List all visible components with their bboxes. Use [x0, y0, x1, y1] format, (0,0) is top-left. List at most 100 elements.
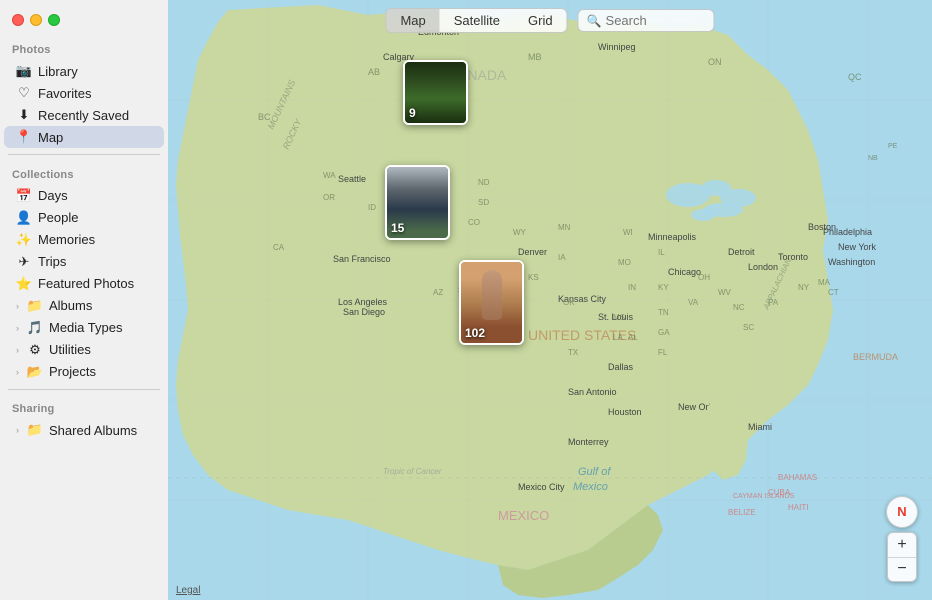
- sidebar-item-label: Map: [38, 130, 63, 145]
- minimize-button[interactable]: [30, 14, 42, 26]
- albums-icon: 📁: [27, 298, 43, 314]
- sidebar-item-library[interactable]: 📷 Library: [4, 60, 164, 82]
- svg-text:HAITI: HAITI: [788, 503, 808, 512]
- svg-text:ND: ND: [478, 178, 490, 187]
- sidebar-item-label: Library: [38, 64, 78, 79]
- map-view[interactable]: Gulf of Mexico ROCKY MOUNTAINS APPALACHI…: [168, 0, 932, 600]
- zoom-out-button[interactable]: −: [888, 557, 916, 581]
- toolbar: Map Satellite Grid 🔍: [385, 8, 714, 33]
- sidebar-item-trips[interactable]: ✈ Trips: [4, 251, 164, 273]
- pin-northwest[interactable]: 9: [403, 60, 468, 125]
- traffic-lights: [0, 10, 168, 36]
- sidebar-item-utilities[interactable]: › ⚙ Utilities: [4, 339, 164, 361]
- svg-text:AL: AL: [628, 333, 638, 342]
- shared-albums-icon: 📁: [27, 422, 43, 438]
- sidebar-item-label: Memories: [38, 232, 95, 247]
- svg-text:IL: IL: [658, 248, 665, 257]
- svg-text:MS: MS: [613, 313, 625, 322]
- svg-text:Denver: Denver: [518, 247, 547, 257]
- svg-text:OH: OH: [698, 273, 710, 282]
- svg-text:PE: PE: [888, 143, 898, 150]
- svg-text:NB: NB: [868, 155, 878, 162]
- sidebar-item-map[interactable]: 📍 Map: [4, 126, 164, 148]
- sidebar-item-people[interactable]: 👤 People: [4, 207, 164, 229]
- svg-text:QC: QC: [848, 72, 862, 82]
- svg-text:IN: IN: [628, 283, 636, 292]
- svg-text:Detroit: Detroit: [728, 247, 755, 257]
- sidebar-item-label: Days: [38, 188, 68, 203]
- svg-text:OR: OR: [323, 193, 335, 202]
- svg-text:Mexico: Mexico: [573, 481, 608, 493]
- map-controls: N + −: [886, 496, 918, 583]
- svg-text:IA: IA: [558, 253, 566, 262]
- search-icon: 🔍: [587, 14, 602, 28]
- svg-text:Dallas: Dallas: [608, 362, 634, 372]
- svg-text:CAYMAN ISLANDS: CAYMAN ISLANDS: [733, 493, 795, 500]
- svg-text:VA: VA: [688, 298, 699, 307]
- recently-saved-icon: ⬇: [16, 107, 32, 123]
- sidebar-item-shared-albums[interactable]: › 📁 Shared Albums: [4, 419, 164, 441]
- search-input[interactable]: [606, 13, 706, 28]
- maximize-button[interactable]: [48, 14, 60, 26]
- svg-text:ID: ID: [368, 203, 376, 212]
- svg-text:KY: KY: [658, 283, 669, 292]
- zoom-in-button[interactable]: +: [888, 533, 916, 557]
- svg-text:WV: WV: [718, 288, 732, 297]
- sidebar-item-days[interactable]: 📅 Days: [4, 185, 164, 207]
- legal-link[interactable]: Legal: [176, 585, 200, 596]
- tab-satellite[interactable]: Satellite: [440, 9, 514, 32]
- sidebar-item-media-types[interactable]: › 🎵 Media Types: [4, 317, 164, 339]
- svg-text:CT: CT: [828, 288, 839, 297]
- map-background: Gulf of Mexico ROCKY MOUNTAINS APPALACHI…: [168, 0, 932, 600]
- sidebar-item-favorites[interactable]: ♡ Favorites: [4, 82, 164, 104]
- close-button[interactable]: [12, 14, 24, 26]
- sidebar-item-projects[interactable]: › 📂 Projects: [4, 361, 164, 383]
- people-icon: 👤: [16, 210, 32, 226]
- sidebar-item-label: Recently Saved: [38, 108, 129, 123]
- chevron-right-icon: ›: [16, 323, 19, 333]
- chevron-right-icon: ›: [16, 301, 19, 311]
- svg-text:BAHAMAS: BAHAMAS: [778, 473, 817, 482]
- utilities-icon: ⚙: [27, 342, 43, 358]
- pin-pacific[interactable]: 15: [385, 165, 450, 240]
- svg-text:KS: KS: [528, 273, 539, 282]
- svg-text:London: London: [748, 262, 778, 272]
- view-tabs: Map Satellite Grid: [385, 8, 567, 33]
- projects-icon: 📂: [27, 364, 43, 380]
- sidebar-item-label: Shared Albums: [49, 423, 137, 438]
- svg-text:Seattle: Seattle: [338, 174, 366, 184]
- svg-text:BC: BC: [258, 112, 271, 122]
- svg-text:Boston: Boston: [808, 222, 836, 232]
- svg-text:ON: ON: [708, 57, 722, 67]
- svg-text:Mexico City: Mexico City: [518, 482, 565, 492]
- svg-text:SC: SC: [743, 323, 754, 332]
- sidebar-item-memories[interactable]: ✨ Memories: [4, 229, 164, 251]
- pin-california[interactable]: 102: [459, 260, 524, 345]
- divider-2: [8, 389, 160, 390]
- pin-count: 15: [391, 221, 404, 235]
- svg-text:New York: New York: [838, 242, 877, 252]
- chevron-right-icon: ›: [16, 425, 19, 435]
- search-box[interactable]: 🔍: [578, 9, 715, 32]
- photo-thumbnail-pacific: 15: [385, 165, 450, 240]
- zoom-controls: + −: [887, 532, 917, 583]
- sidebar-item-label: Utilities: [49, 342, 91, 357]
- pin-count: 9: [409, 106, 416, 120]
- svg-text:WY: WY: [513, 228, 527, 237]
- svg-text:Winnipeg: Winnipeg: [598, 42, 636, 52]
- sidebar-item-albums[interactable]: › 📁 Albums: [4, 295, 164, 317]
- compass[interactable]: N: [886, 496, 918, 528]
- sidebar-item-featured-photos[interactable]: ⭐ Featured Photos: [4, 273, 164, 295]
- svg-text:Los Angeles: Los Angeles: [338, 297, 388, 307]
- main-content: Map Satellite Grid 🔍 Gulf: [168, 0, 932, 600]
- sidebar-item-label: Favorites: [38, 86, 91, 101]
- tab-map[interactable]: Map: [386, 9, 439, 32]
- svg-text:AB: AB: [368, 67, 380, 77]
- tab-grid[interactable]: Grid: [514, 9, 567, 32]
- svg-text:Miami: Miami: [748, 422, 772, 432]
- sidebar-item-label: Projects: [49, 364, 96, 379]
- sidebar-item-recently-saved[interactable]: ⬇ Recently Saved: [4, 104, 164, 126]
- svg-text:San Antonio: San Antonio: [568, 387, 617, 397]
- svg-text:BERMUDA: BERMUDA: [853, 352, 898, 362]
- svg-text:SD: SD: [478, 198, 489, 207]
